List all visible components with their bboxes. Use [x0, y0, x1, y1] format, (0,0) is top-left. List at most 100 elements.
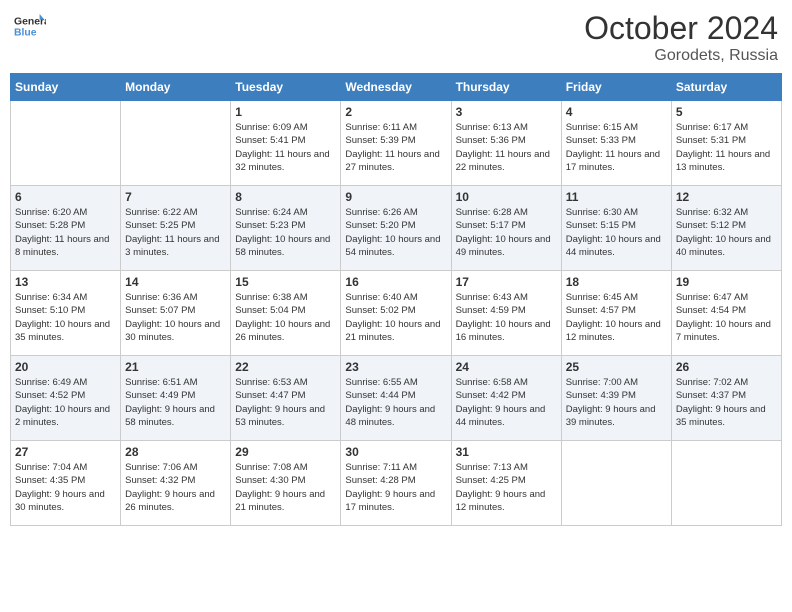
day-number: 22 — [235, 360, 336, 374]
calendar-cell: 22 Sunrise: 6:53 AMSunset: 4:47 PMDaylig… — [231, 356, 341, 441]
calendar-cell: 17 Sunrise: 6:43 AMSunset: 4:59 PMDaylig… — [451, 271, 561, 356]
col-thursday: Thursday — [451, 74, 561, 101]
calendar-cell: 12 Sunrise: 6:32 AMSunset: 5:12 PMDaylig… — [671, 186, 781, 271]
cell-content: Sunrise: 7:00 AMSunset: 4:39 PMDaylight:… — [566, 376, 667, 429]
day-number: 28 — [125, 445, 226, 459]
logo-icon: General Blue — [14, 10, 46, 42]
page-header: General Blue October 2024 Gorodets, Russ… — [10, 10, 782, 65]
calendar-cell: 14 Sunrise: 6:36 AMSunset: 5:07 PMDaylig… — [121, 271, 231, 356]
day-number: 26 — [676, 360, 777, 374]
cell-content: Sunrise: 7:02 AMSunset: 4:37 PMDaylight:… — [676, 376, 777, 429]
header-row: Sunday Monday Tuesday Wednesday Thursday… — [11, 74, 782, 101]
cell-content: Sunrise: 6:38 AMSunset: 5:04 PMDaylight:… — [235, 291, 336, 344]
calendar-cell: 5 Sunrise: 6:17 AMSunset: 5:31 PMDayligh… — [671, 101, 781, 186]
cell-content: Sunrise: 6:24 AMSunset: 5:23 PMDaylight:… — [235, 206, 336, 259]
cell-content: Sunrise: 6:20 AMSunset: 5:28 PMDaylight:… — [15, 206, 116, 259]
calendar-cell: 1 Sunrise: 6:09 AMSunset: 5:41 PMDayligh… — [231, 101, 341, 186]
cell-content: Sunrise: 6:36 AMSunset: 5:07 PMDaylight:… — [125, 291, 226, 344]
calendar-cell: 16 Sunrise: 6:40 AMSunset: 5:02 PMDaylig… — [341, 271, 451, 356]
day-number: 30 — [345, 445, 446, 459]
location-title: Gorodets, Russia — [584, 47, 778, 65]
day-number: 21 — [125, 360, 226, 374]
calendar-cell — [561, 441, 671, 526]
calendar-cell: 18 Sunrise: 6:45 AMSunset: 4:57 PMDaylig… — [561, 271, 671, 356]
day-number: 31 — [456, 445, 557, 459]
col-friday: Friday — [561, 74, 671, 101]
day-number: 10 — [456, 190, 557, 204]
calendar-cell: 21 Sunrise: 6:51 AMSunset: 4:49 PMDaylig… — [121, 356, 231, 441]
cell-content: Sunrise: 6:22 AMSunset: 5:25 PMDaylight:… — [125, 206, 226, 259]
cell-content: Sunrise: 6:45 AMSunset: 4:57 PMDaylight:… — [566, 291, 667, 344]
cell-content: Sunrise: 7:08 AMSunset: 4:30 PMDaylight:… — [235, 461, 336, 514]
day-number: 8 — [235, 190, 336, 204]
calendar-week-4: 20 Sunrise: 6:49 AMSunset: 4:52 PMDaylig… — [11, 356, 782, 441]
calendar-cell: 27 Sunrise: 7:04 AMSunset: 4:35 PMDaylig… — [11, 441, 121, 526]
day-number: 20 — [15, 360, 116, 374]
calendar-week-2: 6 Sunrise: 6:20 AMSunset: 5:28 PMDayligh… — [11, 186, 782, 271]
cell-content: Sunrise: 6:51 AMSunset: 4:49 PMDaylight:… — [125, 376, 226, 429]
day-number: 5 — [676, 105, 777, 119]
calendar-cell: 4 Sunrise: 6:15 AMSunset: 5:33 PMDayligh… — [561, 101, 671, 186]
cell-content: Sunrise: 6:58 AMSunset: 4:42 PMDaylight:… — [456, 376, 557, 429]
cell-content: Sunrise: 6:26 AMSunset: 5:20 PMDaylight:… — [345, 206, 446, 259]
day-number: 14 — [125, 275, 226, 289]
day-number: 13 — [15, 275, 116, 289]
day-number: 4 — [566, 105, 667, 119]
day-number: 11 — [566, 190, 667, 204]
calendar-cell: 8 Sunrise: 6:24 AMSunset: 5:23 PMDayligh… — [231, 186, 341, 271]
day-number: 27 — [15, 445, 116, 459]
cell-content: Sunrise: 7:04 AMSunset: 4:35 PMDaylight:… — [15, 461, 116, 514]
calendar-cell — [671, 441, 781, 526]
calendar-cell: 13 Sunrise: 6:34 AMSunset: 5:10 PMDaylig… — [11, 271, 121, 356]
cell-content: Sunrise: 6:15 AMSunset: 5:33 PMDaylight:… — [566, 121, 667, 174]
cell-content: Sunrise: 6:17 AMSunset: 5:31 PMDaylight:… — [676, 121, 777, 174]
calendar-cell: 30 Sunrise: 7:11 AMSunset: 4:28 PMDaylig… — [341, 441, 451, 526]
title-area: October 2024 Gorodets, Russia — [584, 10, 778, 65]
day-number: 24 — [456, 360, 557, 374]
calendar-cell: 11 Sunrise: 6:30 AMSunset: 5:15 PMDaylig… — [561, 186, 671, 271]
calendar-cell — [121, 101, 231, 186]
day-number: 1 — [235, 105, 336, 119]
day-number: 17 — [456, 275, 557, 289]
cell-content: Sunrise: 6:30 AMSunset: 5:15 PMDaylight:… — [566, 206, 667, 259]
day-number: 16 — [345, 275, 446, 289]
cell-content: Sunrise: 6:43 AMSunset: 4:59 PMDaylight:… — [456, 291, 557, 344]
day-number: 12 — [676, 190, 777, 204]
calendar-cell: 3 Sunrise: 6:13 AMSunset: 5:36 PMDayligh… — [451, 101, 561, 186]
cell-content: Sunrise: 6:55 AMSunset: 4:44 PMDaylight:… — [345, 376, 446, 429]
calendar-cell: 25 Sunrise: 7:00 AMSunset: 4:39 PMDaylig… — [561, 356, 671, 441]
month-title: October 2024 — [584, 10, 778, 47]
cell-content: Sunrise: 6:49 AMSunset: 4:52 PMDaylight:… — [15, 376, 116, 429]
calendar-week-1: 1 Sunrise: 6:09 AMSunset: 5:41 PMDayligh… — [11, 101, 782, 186]
calendar-cell: 26 Sunrise: 7:02 AMSunset: 4:37 PMDaylig… — [671, 356, 781, 441]
cell-content: Sunrise: 6:34 AMSunset: 5:10 PMDaylight:… — [15, 291, 116, 344]
day-number: 25 — [566, 360, 667, 374]
cell-content: Sunrise: 6:47 AMSunset: 4:54 PMDaylight:… — [676, 291, 777, 344]
calendar-cell — [11, 101, 121, 186]
col-monday: Monday — [121, 74, 231, 101]
cell-content: Sunrise: 6:11 AMSunset: 5:39 PMDaylight:… — [345, 121, 446, 174]
calendar-cell: 23 Sunrise: 6:55 AMSunset: 4:44 PMDaylig… — [341, 356, 451, 441]
day-number: 29 — [235, 445, 336, 459]
cell-content: Sunrise: 7:06 AMSunset: 4:32 PMDaylight:… — [125, 461, 226, 514]
logo: General Blue — [14, 10, 46, 42]
calendar-cell: 28 Sunrise: 7:06 AMSunset: 4:32 PMDaylig… — [121, 441, 231, 526]
calendar-cell: 6 Sunrise: 6:20 AMSunset: 5:28 PMDayligh… — [11, 186, 121, 271]
calendar-cell: 19 Sunrise: 6:47 AMSunset: 4:54 PMDaylig… — [671, 271, 781, 356]
cell-content: Sunrise: 6:28 AMSunset: 5:17 PMDaylight:… — [456, 206, 557, 259]
calendar-cell: 24 Sunrise: 6:58 AMSunset: 4:42 PMDaylig… — [451, 356, 561, 441]
calendar-cell: 29 Sunrise: 7:08 AMSunset: 4:30 PMDaylig… — [231, 441, 341, 526]
day-number: 15 — [235, 275, 336, 289]
cell-content: Sunrise: 6:32 AMSunset: 5:12 PMDaylight:… — [676, 206, 777, 259]
cell-content: Sunrise: 7:13 AMSunset: 4:25 PMDaylight:… — [456, 461, 557, 514]
day-number: 18 — [566, 275, 667, 289]
calendar-week-3: 13 Sunrise: 6:34 AMSunset: 5:10 PMDaylig… — [11, 271, 782, 356]
day-number: 7 — [125, 190, 226, 204]
calendar-cell: 7 Sunrise: 6:22 AMSunset: 5:25 PMDayligh… — [121, 186, 231, 271]
cell-content: Sunrise: 6:53 AMSunset: 4:47 PMDaylight:… — [235, 376, 336, 429]
col-tuesday: Tuesday — [231, 74, 341, 101]
calendar-cell: 2 Sunrise: 6:11 AMSunset: 5:39 PMDayligh… — [341, 101, 451, 186]
cell-content: Sunrise: 6:13 AMSunset: 5:36 PMDaylight:… — [456, 121, 557, 174]
calendar-table: Sunday Monday Tuesday Wednesday Thursday… — [10, 73, 782, 526]
day-number: 3 — [456, 105, 557, 119]
